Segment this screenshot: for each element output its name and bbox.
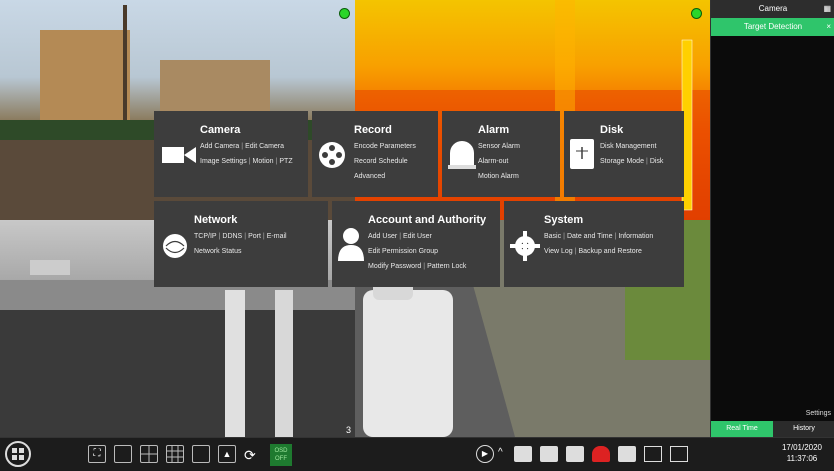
menu-tile-disk[interactable]: Disk Disk Management Storage Mode | Disk [564,111,684,197]
link-add-user[interactable]: Add User [368,233,397,240]
sidebar-header: Camera ▦ [711,0,834,18]
chevron-up-icon[interactable]: ^ [498,447,503,458]
menu-tile-record[interactable]: Record Encode Parameters Record Schedule… [312,111,438,197]
record-status-button[interactable] [566,446,584,462]
link-motion-alarm[interactable]: Motion Alarm [478,173,519,180]
video-grid: 3 Camera Add Camera | Edit Camera Image Se… [0,0,710,437]
link-encode-parameters[interactable]: Encode Parameters [354,143,416,150]
close-icon[interactable]: × [826,18,831,36]
menu-title-account-authority: Account and Authority [368,214,487,226]
video-camera-icon [162,147,196,163]
sidebar-settings-link[interactable]: Settings [806,410,831,417]
alarm-light-icon [448,141,476,169]
menu-title-network: Network [194,214,238,226]
link-modify-password[interactable]: Modify Password [368,263,421,270]
recording-status-dot [691,8,702,19]
tab-real-time[interactable]: Real Time [711,421,773,437]
play-icon: ▶ [481,449,489,458]
link-record-schedule[interactable]: Record Schedule [354,158,408,165]
fullscreen-button[interactable]: ⛶ [88,445,106,463]
menu-tile-network[interactable]: Network TCP/IP | DDNS | Port | E-mail Network … [154,201,328,287]
menu-title-disk: Disk [600,124,624,136]
network-status-icon[interactable] [644,446,662,462]
link-disk[interactable]: Disk [650,158,664,165]
link-sensor-alarm[interactable]: Sensor Alarm [478,143,520,150]
link-advanced[interactable]: Advanced [354,173,385,180]
menu-tile-alarm[interactable]: Alarm Sensor Alarm Alarm-out Motion Alar… [442,111,560,197]
manual-record-button[interactable] [514,446,532,462]
link-edit-permission-group[interactable]: Edit Permission Group [368,248,438,255]
alarm-status-icon[interactable] [592,446,610,462]
menu-title-system: System [544,214,584,226]
link-information[interactable]: Information [618,233,653,240]
link-storage-mode[interactable]: Storage Mode [600,158,644,165]
user-icon [338,228,364,261]
menu-tile-account-authority[interactable]: Account and Authority Add User | Edit User… [332,201,500,287]
link-edit-camera[interactable]: Edit Camera [245,143,284,150]
picture-icon: ▲ [222,449,232,459]
link-email[interactable]: E-mail [267,233,287,240]
main-menu-overlay: Camera Add Camera | Edit Camera Image Sett… [154,111,684,287]
grid-9-icon [167,446,183,462]
right-sidebar: Camera ▦ Target Detection × Settings Rea… [710,0,834,437]
link-motion[interactable]: Motion [253,158,274,165]
sidebar-title: Camera [758,4,788,13]
link-image-settings[interactable]: Image Settings [200,158,247,165]
link-edit-user[interactable]: Edit User [403,233,432,240]
collapse-icon[interactable]: ▦ [823,0,831,18]
menu-tile-camera[interactable]: Camera Add Camera | Edit Camera Image Sett… [154,111,308,197]
link-view-log[interactable]: View Log [544,248,573,255]
link-network-status[interactable]: Network Status [194,248,241,255]
link-backup-and-restore[interactable]: Backup and Restore [579,248,642,255]
layout-9-button[interactable] [166,445,184,463]
film-reel-icon [319,142,345,168]
link-port[interactable]: Port [248,233,261,240]
grid-4-icon [141,446,157,462]
camera-info-icon[interactable] [670,446,688,462]
layout-16-button[interactable] [192,445,210,463]
playback-button[interactable]: ▶ [476,445,494,463]
sequence-icon[interactable]: ⟳ [244,447,256,464]
bottom-toolbar: ⛶ ▲ ⟳ OSD OFF ▶ ^ 17/01/2020 11:37:06 [0,437,834,471]
target-detection-label: Target Detection [743,22,803,31]
clock: 17/01/2020 11:37:06 [782,442,822,464]
sidebar-tabs: Real Time History [711,421,834,437]
time-display: 11:37:06 [786,454,818,463]
menu-title-record: Record [354,124,392,136]
start-grid-icon [12,448,24,460]
image-capture-button[interactable]: ▲ [218,445,236,463]
link-basic[interactable]: Basic [544,233,561,240]
menu-title-alarm: Alarm [478,124,510,136]
camera-lock-button[interactable] [540,446,558,462]
target-detection-item[interactable]: Target Detection × [711,18,834,36]
link-add-camera[interactable]: Add Camera [200,143,239,150]
link-ddns[interactable]: DDNS [222,233,242,240]
tab-history[interactable]: History [773,421,834,437]
osd-toggle-button[interactable]: OSD OFF [270,444,292,466]
link-pattern-lock[interactable]: Pattern Lock [427,263,466,270]
layout-4-button[interactable] [140,445,158,463]
link-disk-management[interactable]: Disk Management [600,143,656,150]
menu-title-camera: Camera [200,124,241,136]
recording-status-dot [339,8,350,19]
menu-tile-system[interactable]: System Basic | Date and Time | Information V… [504,201,684,287]
gear-icon [510,231,540,261]
link-date-and-time[interactable]: Date and Time [567,233,613,240]
fullscreen-icon: ⛶ [93,448,101,459]
disk-info-button[interactable] [618,446,636,462]
link-ptz[interactable]: PTZ [279,158,292,165]
hard-disk-icon [570,139,594,169]
globe-icon [163,234,187,258]
link-tcpip[interactable]: TCP/IP [194,233,217,240]
link-alarm-out[interactable]: Alarm-out [478,158,508,165]
layout-1-button[interactable] [114,445,132,463]
date-display: 17/01/2020 [781,443,822,452]
start-menu-button[interactable] [5,441,31,467]
channel-number: 3 [345,425,351,435]
